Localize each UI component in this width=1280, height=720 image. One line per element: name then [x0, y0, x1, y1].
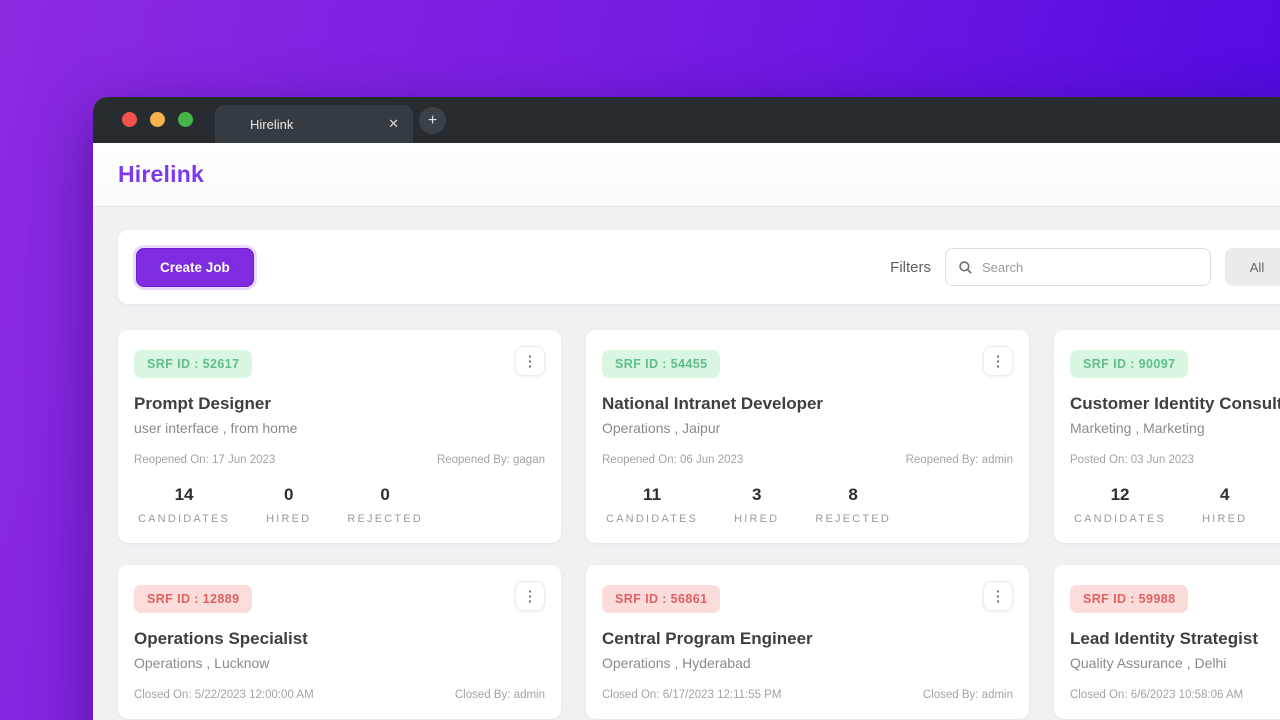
job-meta: Reopened On: 17 Jun 2023 Reopened By: ga…	[134, 454, 545, 466]
meta-right: Closed By: admin	[455, 689, 545, 701]
stat-candidates: 11 CANDIDATES	[606, 485, 698, 525]
meta-right: Closed By: admin	[923, 689, 1013, 701]
stat-candidates: 12 CANDIDATES	[1074, 485, 1166, 525]
traffic-lights	[122, 112, 193, 127]
stat-value: 8	[815, 485, 891, 505]
meta-left: Closed On: 6/17/2023 12:11:55 PM	[602, 689, 781, 701]
meta-left: Closed On: 5/22/2023 12:00:00 AM	[134, 689, 314, 701]
all-filter-button[interactable]: All	[1225, 248, 1280, 286]
stat-label: HIRED	[734, 513, 779, 525]
job-card[interactable]: SRF ID : 54455 ⋮ National Intranet Devel…	[586, 330, 1029, 543]
stat-candidates: 14 CANDIDATES	[138, 485, 230, 525]
job-stats: 14 CANDIDATES 0 HIRED 0 REJECTED	[134, 485, 545, 525]
job-stats: 12 CANDIDATES 4 HIRED	[1070, 485, 1280, 525]
stat-value: 12	[1074, 485, 1166, 505]
job-card[interactable]: SRF ID : 59988 ⋮ Lead Identity Strategis…	[1054, 565, 1280, 719]
srf-id-badge: SRF ID : 54455	[602, 350, 720, 378]
minimize-window-button[interactable]	[150, 112, 165, 127]
job-subtitle: Operations , Jaipur	[602, 420, 1013, 436]
kebab-menu-icon[interactable]: ⋮	[983, 346, 1013, 376]
job-meta: Closed On: 6/17/2023 12:11:55 PM Closed …	[602, 689, 1013, 701]
job-title: Customer Identity Consultant	[1070, 394, 1280, 414]
job-card[interactable]: SRF ID : 56861 ⋮ Central Program Enginee…	[586, 565, 1029, 719]
stat-hired: 3 HIRED	[734, 485, 779, 525]
meta-left: Closed On: 6/6/2023 10:58:06 AM	[1070, 689, 1243, 701]
job-title: Lead Identity Strategist	[1070, 629, 1280, 649]
meta-left: Posted On: 03 Jun 2023	[1070, 454, 1194, 466]
job-title: Prompt Designer	[134, 394, 545, 414]
stat-label: REJECTED	[347, 513, 423, 525]
stat-value: 0	[266, 485, 311, 505]
browser-window: Hirelink ✕ + Hirelink Create Job Filters…	[93, 97, 1280, 720]
job-meta: Reopened On: 06 Jun 2023 Reopened By: ad…	[602, 454, 1013, 466]
create-job-button[interactable]: Create Job	[136, 248, 254, 287]
app-logo: Hirelink	[118, 161, 204, 188]
job-meta: Posted On: 03 Jun 2023	[1070, 454, 1280, 466]
meta-left: Reopened On: 17 Jun 2023	[134, 454, 275, 466]
stat-value: 0	[347, 485, 423, 505]
job-title: Operations Specialist	[134, 629, 545, 649]
stat-label: REJECTED	[815, 513, 891, 525]
stat-value: 14	[138, 485, 230, 505]
srf-id-badge: SRF ID : 90097	[1070, 350, 1188, 378]
close-window-button[interactable]	[122, 112, 137, 127]
job-subtitle: Operations , Lucknow	[134, 655, 545, 671]
stat-value: 3	[734, 485, 779, 505]
stat-hired: 4 HIRED	[1202, 485, 1247, 525]
meta-right: Reopened By: admin	[906, 454, 1013, 466]
stat-value: 11	[606, 485, 698, 505]
meta-left: Reopened On: 06 Jun 2023	[602, 454, 743, 466]
tab-close-icon[interactable]: ✕	[388, 116, 399, 132]
stat-rejected: 8 REJECTED	[815, 485, 891, 525]
stat-label: HIRED	[266, 513, 311, 525]
job-subtitle: Operations , Hyderabad	[602, 655, 1013, 671]
stat-label: HIRED	[1202, 513, 1247, 525]
job-card[interactable]: SRF ID : 52617 ⋮ Prompt Designer user in…	[118, 330, 561, 543]
job-card-grid: SRF ID : 52617 ⋮ Prompt Designer user in…	[118, 330, 1280, 719]
kebab-menu-icon[interactable]: ⋮	[515, 581, 545, 611]
kebab-menu-icon[interactable]: ⋮	[515, 346, 545, 376]
stat-label: CANDIDATES	[606, 513, 698, 525]
srf-id-badge: SRF ID : 12889	[134, 585, 252, 613]
job-title: Central Program Engineer	[602, 629, 1013, 649]
job-subtitle: user interface , from home	[134, 420, 545, 436]
job-card[interactable]: SRF ID : 12889 ⋮ Operations Specialist O…	[118, 565, 561, 719]
filters-label: Filters	[890, 259, 931, 276]
srf-id-badge: SRF ID : 59988	[1070, 585, 1188, 613]
maximize-window-button[interactable]	[178, 112, 193, 127]
browser-chrome: Hirelink ✕ +	[93, 97, 1280, 143]
job-meta: Closed On: 5/22/2023 12:00:00 AM Closed …	[134, 689, 545, 701]
job-meta: Closed On: 6/6/2023 10:58:06 AM	[1070, 689, 1280, 701]
stat-hired: 0 HIRED	[266, 485, 311, 525]
browser-tab[interactable]: Hirelink ✕	[215, 105, 413, 143]
job-subtitle: Quality Assurance , Delhi	[1070, 655, 1280, 671]
stat-label: CANDIDATES	[138, 513, 230, 525]
toolbar: Create Job Filters All	[118, 230, 1280, 304]
new-tab-button[interactable]: +	[419, 107, 446, 134]
stat-label: CANDIDATES	[1074, 513, 1166, 525]
job-subtitle: Marketing , Marketing	[1070, 420, 1280, 436]
search-icon	[958, 260, 973, 275]
srf-id-badge: SRF ID : 52617	[134, 350, 252, 378]
job-title: National Intranet Developer	[602, 394, 1013, 414]
job-stats: 11 CANDIDATES 3 HIRED 8 REJECTED	[602, 485, 1013, 525]
stat-value: 4	[1202, 485, 1247, 505]
kebab-menu-icon[interactable]: ⋮	[983, 581, 1013, 611]
srf-id-badge: SRF ID : 56861	[602, 585, 720, 613]
meta-right: Reopened By: gagan	[437, 454, 545, 466]
search-input[interactable]	[982, 260, 1198, 275]
app-header: Hirelink	[93, 143, 1280, 207]
job-card[interactable]: SRF ID : 90097 ⋮ Customer Identity Consu…	[1054, 330, 1280, 543]
stat-rejected: 0 REJECTED	[347, 485, 423, 525]
search-box[interactable]	[945, 248, 1211, 286]
tab-title: Hirelink	[250, 117, 388, 132]
